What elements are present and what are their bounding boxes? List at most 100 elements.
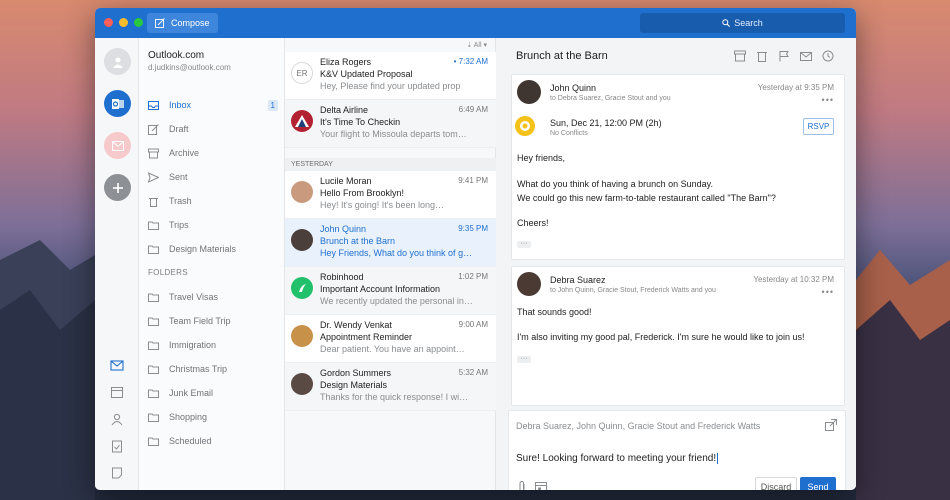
notes-nav-icon[interactable] xyxy=(110,466,124,480)
message-preview: Hey Friends, What do you think of g… xyxy=(320,248,473,258)
folder-trips[interactable]: Trips xyxy=(148,216,278,234)
close-window-button[interactable] xyxy=(104,18,113,27)
compose-label: Compose xyxy=(171,18,210,28)
mark-read-icon[interactable] xyxy=(800,50,812,62)
search-input[interactable]: Search xyxy=(640,13,845,33)
folder-archive[interactable]: Archive xyxy=(148,144,278,162)
folder-icon xyxy=(148,221,159,230)
outlook-icon xyxy=(111,98,124,109)
folder-immigration[interactable]: Immigration xyxy=(148,336,278,354)
folder-design-materials[interactable]: Design Materials xyxy=(148,240,278,258)
filter-dropdown[interactable]: ⇣ All ▾ xyxy=(466,41,487,49)
message-item[interactable]: Gordon Summers 5:32 AM Design Materials … xyxy=(285,363,496,411)
send-button[interactable]: Send xyxy=(800,477,836,490)
folder-sent[interactable]: Sent xyxy=(148,168,278,186)
folder-pane: Outlook.com d.judkins@outlook.com Inbox … xyxy=(139,38,285,490)
account-mail-button[interactable] xyxy=(104,132,131,159)
calendar-nav-icon[interactable] xyxy=(110,385,124,399)
reply-textarea[interactable]: Sure! Looking forward to meeting your fr… xyxy=(516,453,719,464)
folder-icon xyxy=(148,245,159,254)
folder-shopping[interactable]: Shopping xyxy=(148,408,278,426)
schedule-icon[interactable] xyxy=(822,50,834,62)
avatar xyxy=(291,373,313,395)
folder-scheduled[interactable]: Scheduled xyxy=(148,432,278,450)
folder-christmas-trip[interactable]: Christmas Trip xyxy=(148,360,278,378)
message-sender: Gordon Summers xyxy=(320,368,392,378)
compose-button[interactable]: Compose xyxy=(147,13,218,33)
archive-icon[interactable] xyxy=(734,50,746,62)
event-conflicts: No Conflicts xyxy=(550,130,588,137)
folder-label: Immigration xyxy=(169,340,217,350)
folder-icon xyxy=(148,389,159,398)
message-time: 9:35 PM xyxy=(458,224,488,233)
folder-inbox-label: Inbox xyxy=(169,100,192,110)
message-preview: We recently updated the personal in… xyxy=(320,296,473,306)
message-timestamp: Yesterday at 9:35 PM xyxy=(757,83,834,92)
folder-draft[interactable]: Draft xyxy=(148,120,278,138)
message-body-line: Hey friends, xyxy=(517,153,566,163)
avatar xyxy=(291,181,313,203)
tasks-nav-icon[interactable] xyxy=(110,439,124,453)
text-caret xyxy=(717,453,719,464)
avatar xyxy=(517,272,541,296)
calendar-icon[interactable] xyxy=(535,481,547,490)
account-avatar-outlook[interactable] xyxy=(104,48,131,75)
minimize-window-button[interactable] xyxy=(119,18,128,27)
folder-archive-label: Archive xyxy=(169,148,200,158)
message-subject: It's Time To Checkin xyxy=(320,117,401,127)
folder-label: Christmas Trip xyxy=(169,364,228,374)
message-item[interactable]: Lucile Moran 9:41 PM Hello From Brooklyn… xyxy=(285,171,496,219)
flag-icon[interactable] xyxy=(778,50,790,62)
message-preview: Dear patient. You have an appoint… xyxy=(320,344,465,354)
discard-button[interactable]: Discard xyxy=(755,477,797,490)
message-time: 5:32 AM xyxy=(458,368,488,377)
attachment-icon[interactable] xyxy=(517,481,527,490)
avatar: ER xyxy=(291,62,313,84)
show-quoted-button[interactable]: ··· xyxy=(517,355,531,363)
rsvp-button[interactable]: RSVP xyxy=(803,118,834,135)
user-icon xyxy=(112,57,123,68)
avatar xyxy=(291,110,313,132)
people-nav-icon[interactable] xyxy=(110,412,124,426)
message-time: 9:00 AM xyxy=(458,320,488,329)
folder-icon xyxy=(148,293,159,302)
message-subject: Appointment Reminder xyxy=(320,332,413,342)
more-options-button[interactable]: ••• xyxy=(822,95,834,105)
folder-sent-label: Sent xyxy=(169,172,188,182)
pop-out-icon[interactable] xyxy=(825,419,837,431)
message-item[interactable]: Robinhood 1:02 PM Important Account Info… xyxy=(285,267,496,315)
message-from: John Quinn xyxy=(550,83,597,93)
draft-icon xyxy=(148,123,159,135)
folder-travel-visas[interactable]: Travel Visas xyxy=(148,288,278,306)
message-preview: Thanks for the quick response! I wi… xyxy=(320,392,469,402)
message-item[interactable]: ER Eliza Rogers • 7:32 AM K&V Updated Pr… xyxy=(285,52,496,100)
inbox-icon xyxy=(148,100,159,110)
zoom-window-button[interactable] xyxy=(134,18,143,27)
account-outlook-button[interactable] xyxy=(104,90,131,117)
message-subject: Design Materials xyxy=(320,380,388,390)
folder-junk-email[interactable]: Junk Email xyxy=(148,384,278,402)
account-rail xyxy=(95,38,139,490)
message-sender: Lucile Moran xyxy=(320,176,372,186)
filter-icon: ⇣ xyxy=(466,42,473,49)
mail-nav-icon[interactable] xyxy=(110,358,124,372)
reply-box[interactable]: Debra Suarez, John Quinn, Gracie Stout a… xyxy=(508,410,846,490)
folder-icon xyxy=(148,317,159,326)
folder-label: Travel Visas xyxy=(169,292,219,302)
trash-icon[interactable] xyxy=(756,50,768,62)
trash-icon xyxy=(149,197,158,207)
message-preview: Hey! It's going! It's been long… xyxy=(320,200,445,210)
folder-team-field-trip[interactable]: Team Field Trip xyxy=(148,312,278,330)
folder-icon xyxy=(148,437,159,446)
message-body-line: Cheers! xyxy=(517,218,549,228)
add-account-button[interactable] xyxy=(104,174,131,201)
message-sender: Eliza Rogers xyxy=(320,57,372,67)
show-quoted-button[interactable]: ··· xyxy=(517,240,531,248)
message-item[interactable]: Delta Airline 6:49 AM It's Time To Check… xyxy=(285,100,496,148)
folder-trash[interactable]: Trash xyxy=(148,192,278,210)
message-item-selected[interactable]: John Quinn 9:35 PM Brunch at the Barn He… xyxy=(285,219,496,267)
more-options-button[interactable]: ••• xyxy=(822,287,834,297)
message-body-line: What do you think of having a brunch on … xyxy=(517,179,713,189)
folder-inbox[interactable]: Inbox 1 xyxy=(148,96,278,114)
message-item[interactable]: Dr. Wendy Venkat 9:00 AM Appointment Rem… xyxy=(285,315,496,363)
